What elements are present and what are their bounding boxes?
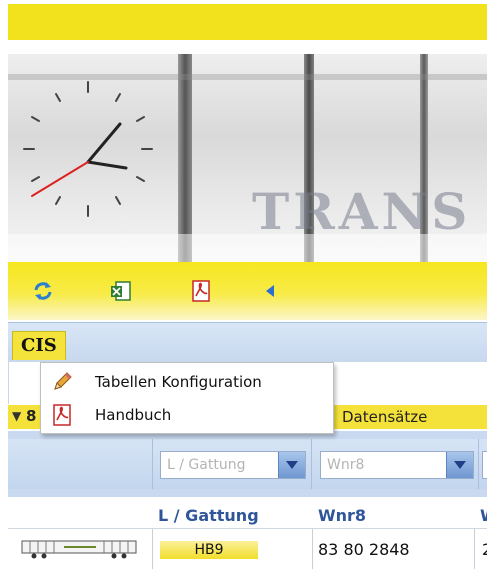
arrow-left-icon[interactable]: [262, 280, 284, 302]
group-label: Datensätze: [342, 408, 428, 426]
gattung-filter-placeholder: L / Gattung: [167, 457, 246, 473]
brand-watermark: TRANS: [252, 182, 472, 241]
column-header-next[interactable]: W: [480, 506, 487, 525]
expand-arrow-icon[interactable]: ▼: [12, 409, 21, 423]
pencil-icon: [51, 371, 73, 393]
pdf-icon: [51, 404, 73, 426]
refresh-icon[interactable]: [32, 280, 54, 302]
tab-cis[interactable]: CIS: [12, 331, 66, 360]
filter-row: L / Gattung Wnr8: [8, 431, 487, 497]
group-count: 8: [26, 407, 37, 425]
excel-icon[interactable]: [110, 280, 132, 302]
menu-item-tabellen-konfiguration[interactable]: Tabellen Konfiguration: [41, 365, 333, 397]
column-header-gattung[interactable]: L / Gattung: [158, 506, 259, 525]
wnr8-cell: 83 80 2848: [318, 540, 410, 559]
menu-item-label: Tabellen Konfiguration: [95, 373, 262, 391]
chevron-down-icon[interactable]: [278, 452, 305, 478]
menu-item-handbuch[interactable]: Handbuch: [41, 398, 333, 430]
menu-item-label: Handbuch: [95, 406, 172, 424]
filter-cell-image: [8, 439, 153, 489]
table-row[interactable]: HB9 83 80 2848 2: [8, 529, 487, 569]
tab-strip: CIS: [8, 322, 487, 363]
column-divider: [152, 529, 153, 569]
wnr8-filter-placeholder: Wnr8: [327, 457, 365, 473]
wnr8-filter-combo[interactable]: Wnr8: [320, 451, 474, 479]
gattung-filter-combo[interactable]: L / Gattung: [160, 451, 306, 479]
next-cell: 2: [482, 540, 487, 559]
context-menu: Tabellen Konfiguration Handbuch: [40, 362, 334, 434]
toolbar: [8, 262, 487, 320]
gattung-badge: HB9: [160, 541, 258, 559]
pdf-icon[interactable]: [190, 280, 212, 302]
header-image: TRANS: [8, 54, 487, 262]
column-divider: [474, 529, 475, 569]
top-banner: [8, 4, 487, 40]
chevron-down-icon[interactable]: [446, 452, 473, 478]
column-header-wnr8[interactable]: Wnr8: [318, 506, 366, 525]
clock-icon: [23, 81, 153, 217]
column-divider: [312, 529, 313, 569]
next-filter-combo[interactable]: [482, 451, 487, 479]
wagon-icon: [21, 540, 137, 559]
table-header-row: L / Gattung Wnr8 W: [8, 498, 487, 529]
